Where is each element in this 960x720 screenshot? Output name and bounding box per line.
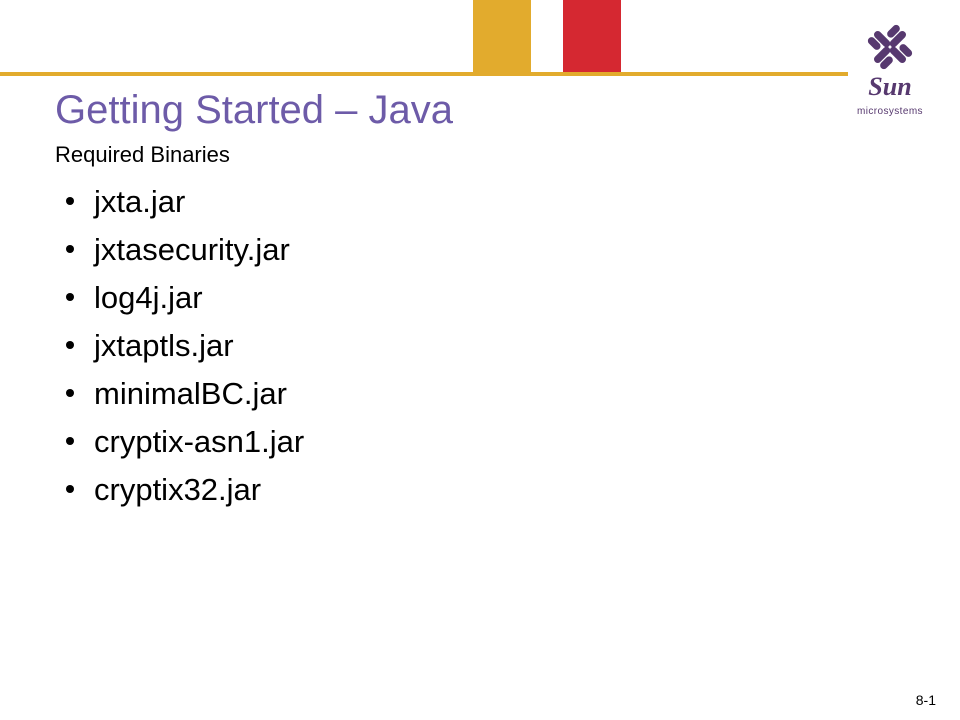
list-item: minimalBC.jar [60, 370, 304, 418]
sun-caption: microsystems [846, 106, 934, 117]
accent-block-red [563, 0, 621, 72]
list-item: jxtasecurity.jar [60, 226, 304, 274]
divider-line [0, 72, 848, 76]
slide-subtitle: Required Binaries [55, 142, 230, 168]
accent-block-gold [473, 0, 531, 72]
list-item: jxta.jar [60, 178, 304, 226]
list-item: jxtaptls.jar [60, 322, 304, 370]
list-item: cryptix32.jar [60, 466, 304, 514]
sun-wordmark: Sun [868, 72, 911, 101]
bullet-list: jxta.jar jxtasecurity.jar log4j.jar jxta… [60, 178, 304, 514]
list-item: log4j.jar [60, 274, 304, 322]
list-item: cryptix-asn1.jar [60, 418, 304, 466]
page-number: 8-1 [916, 692, 936, 708]
slide-title: Getting Started – Java [55, 88, 453, 133]
sun-diamond-icon [859, 16, 921, 78]
sun-logo: Sun microsystems [846, 16, 934, 119]
